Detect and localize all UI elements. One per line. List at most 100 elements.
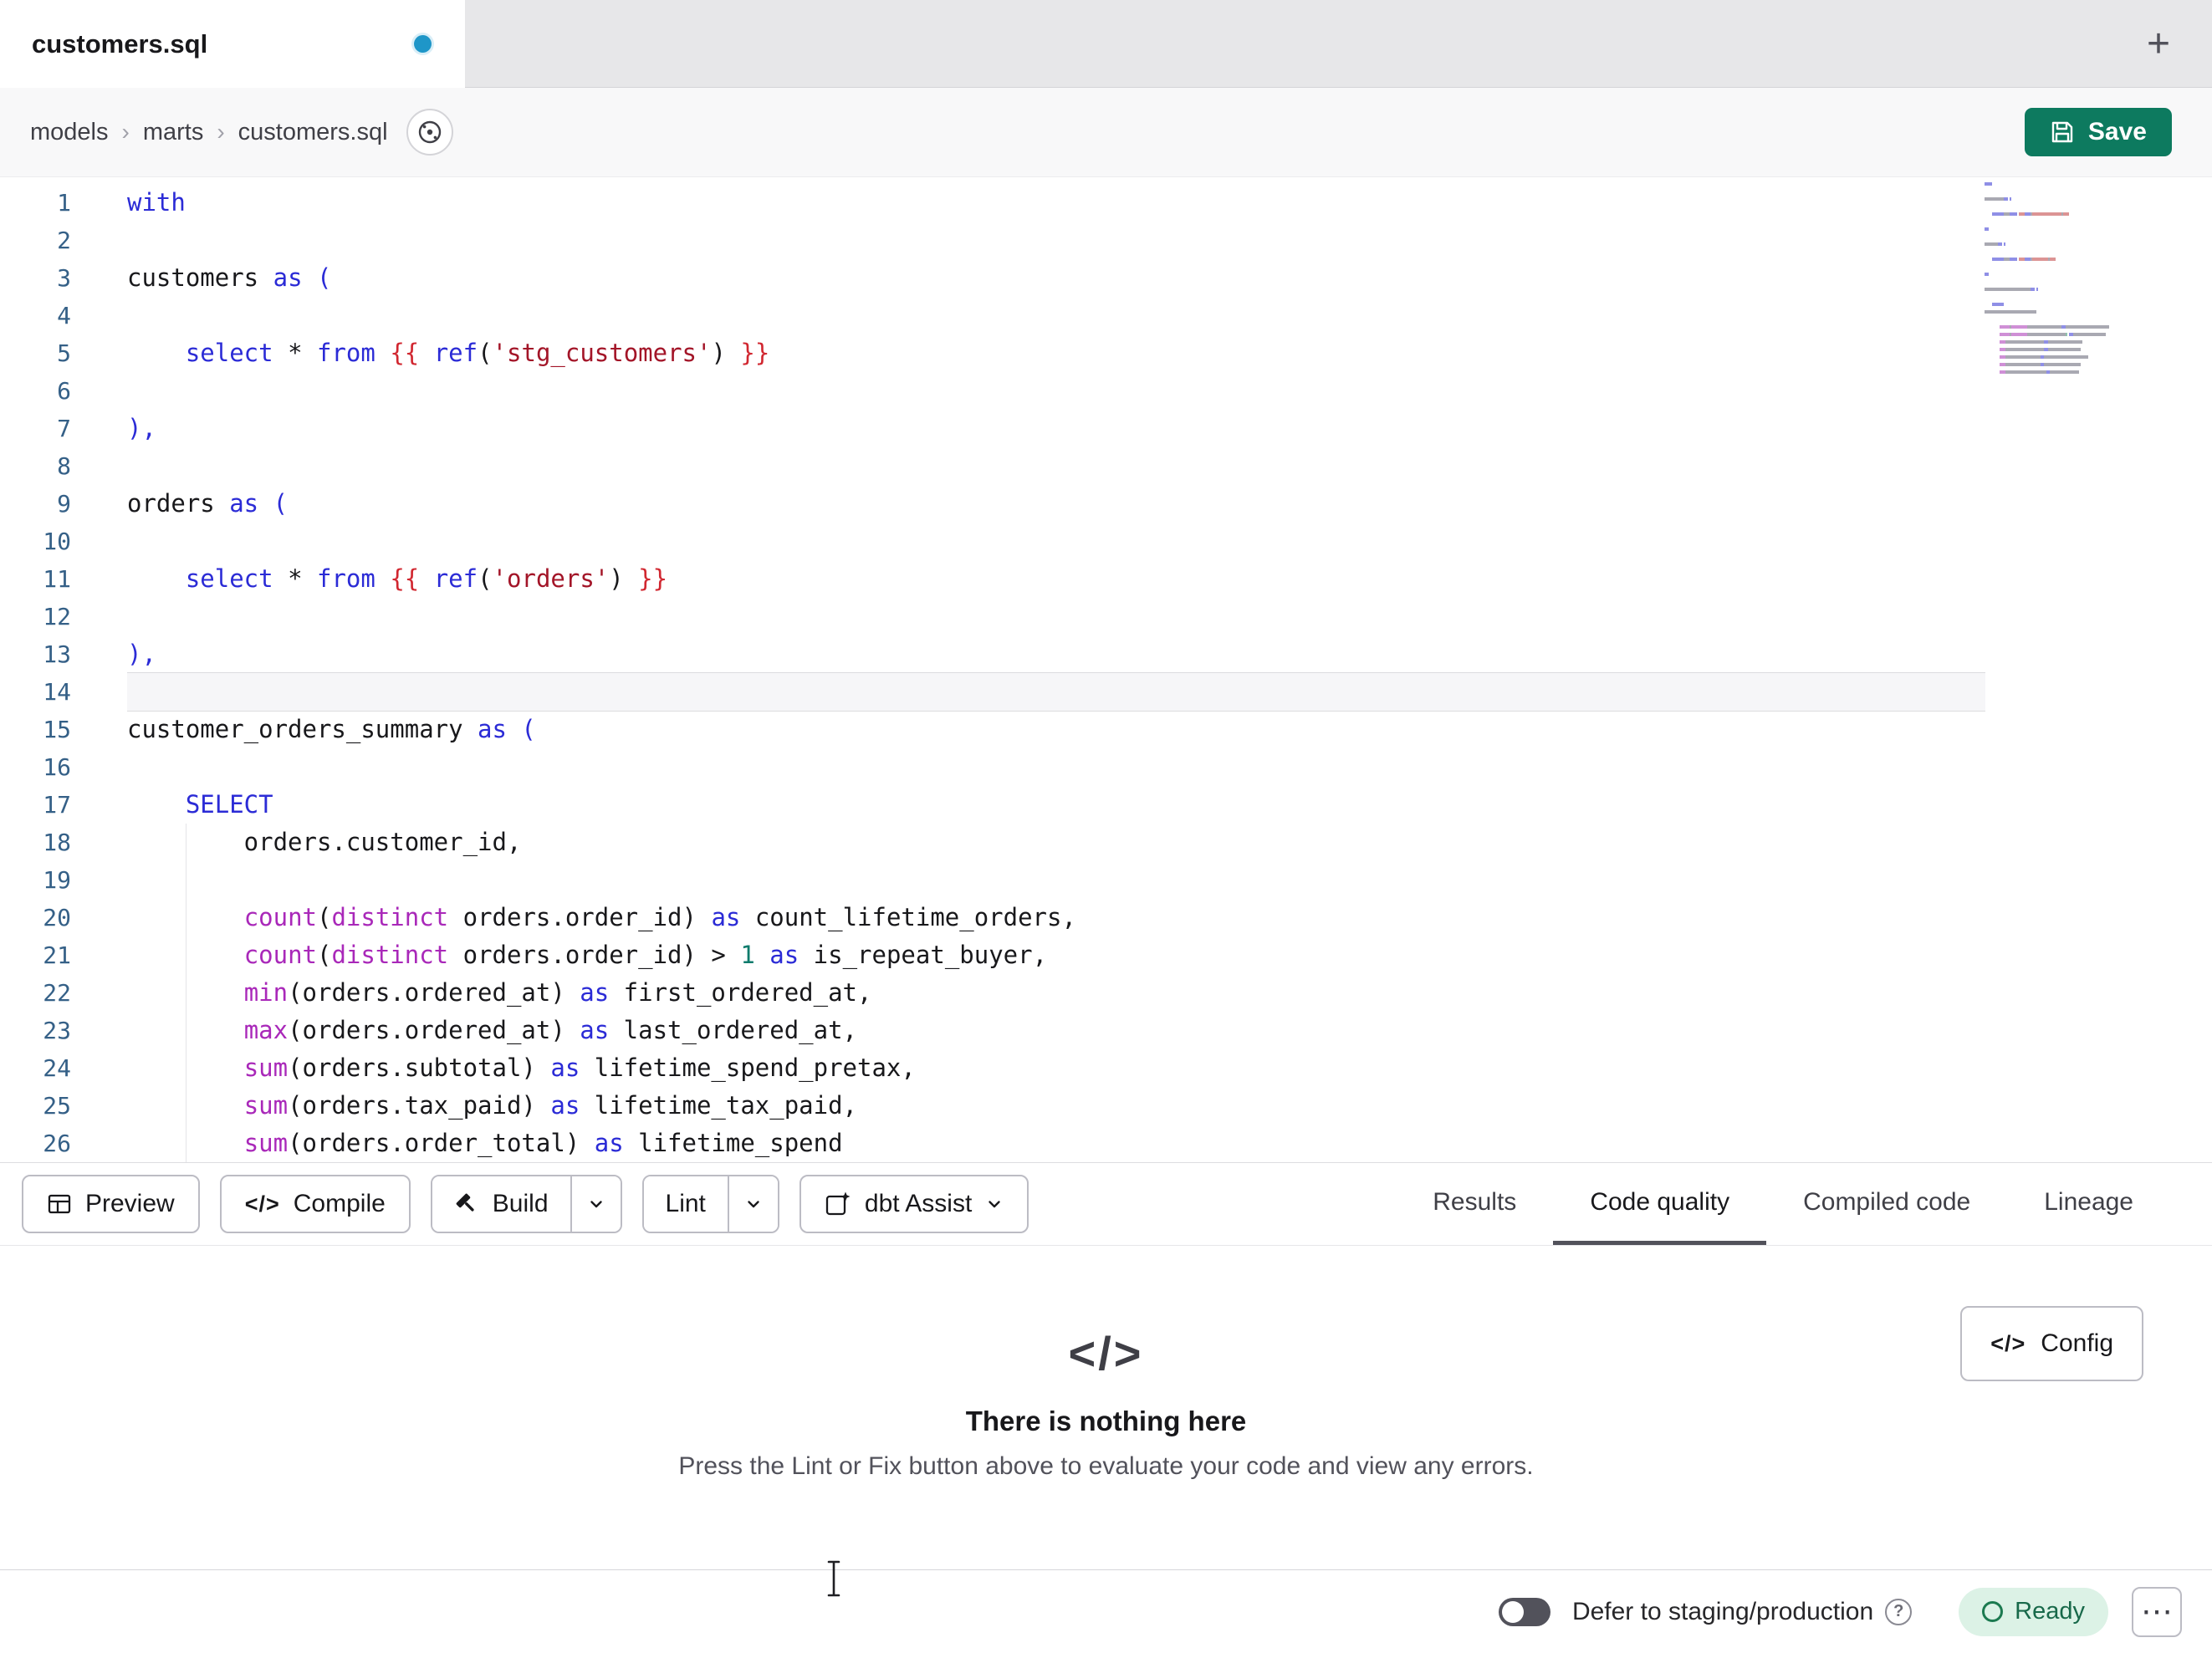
build-button-group: Build xyxy=(430,1175,622,1233)
breadcrumb-separator: › xyxy=(121,119,130,145)
code-line[interactable]: 21 count(distinct orders.order_id) > 1 a… xyxy=(0,936,2212,974)
line-number: 2 xyxy=(57,227,71,254)
code-line[interactable]: 13), xyxy=(0,635,2212,673)
code-text xyxy=(127,861,1985,899)
lint-button[interactable]: Lint xyxy=(643,1176,728,1232)
code-line[interactable]: 15 customer_orders_summary as ( xyxy=(0,711,2212,748)
code-text xyxy=(127,673,1985,711)
code-editor[interactable]: 1 with 2 3 customers as (4 5 select * from {{… xyxy=(0,177,2212,1162)
new-tab-button[interactable]: + xyxy=(2132,0,2185,88)
dbt-assist-button[interactable]: dbt Assist xyxy=(799,1175,1029,1233)
build-dropdown-button[interactable] xyxy=(570,1176,621,1232)
line-number: 4 xyxy=(57,302,71,329)
tab-results[interactable]: Results xyxy=(1396,1163,1553,1245)
tab-compiled-code[interactable]: Compiled code xyxy=(1766,1163,2007,1245)
defer-label: Defer to staging/production xyxy=(1571,1597,1874,1625)
preview-button[interactable]: Preview xyxy=(22,1175,200,1233)
code-line[interactable]: 6 xyxy=(0,372,2212,410)
code-line[interactable]: 8 xyxy=(0,447,2212,485)
code-line[interactable]: 18 orders.customer_id, xyxy=(0,824,2212,861)
minimap-line xyxy=(1985,355,2118,359)
code-text: customer_orders_summary as ( xyxy=(127,715,536,743)
config-button[interactable]: </> Config xyxy=(1960,1306,2143,1381)
lint-dropdown-button[interactable] xyxy=(727,1176,778,1232)
minimap-line xyxy=(1985,310,2118,314)
breadcrumb-separator: › xyxy=(217,119,225,145)
breadcrumb-item-customers-sql[interactable]: customers.sql xyxy=(238,119,388,146)
preview-button-label: Preview xyxy=(85,1190,175,1217)
code-line[interactable]: 12 xyxy=(0,598,2212,635)
editor-toolbar: Preview </> Compile Build Lint dbt Assis… xyxy=(0,1162,2212,1246)
code-line[interactable]: 25 sum(orders.tax_paid) as lifetime_tax_… xyxy=(0,1087,2212,1125)
minimap[interactable] xyxy=(1985,182,2118,378)
code-line[interactable]: 20 count(distinct orders.order_id) as co… xyxy=(0,899,2212,936)
compile-button[interactable]: </> Compile xyxy=(219,1175,411,1233)
code-text: select * from {{ ref('stg_customers') }} xyxy=(185,339,770,367)
minimap-line xyxy=(1985,197,2118,201)
line-number: 6 xyxy=(57,377,71,405)
minimap-line xyxy=(1985,340,2118,344)
code-text: min(orders.ordered_at) as first_ordered_… xyxy=(127,974,1985,1012)
minimap-line xyxy=(1985,265,2118,268)
minimap-line xyxy=(1985,182,2118,186)
config-button-label: Config xyxy=(2041,1329,2113,1357)
code-line[interactable]: 24 sum(orders.subtotal) as lifetime_spen… xyxy=(0,1049,2212,1087)
code-line[interactable]: 4 xyxy=(0,297,2212,334)
code-text: count(distinct orders.order_id) > 1 as i… xyxy=(127,936,1985,974)
line-number: 10 xyxy=(43,528,71,555)
code-line[interactable]: 11 select * from {{ ref('orders') }} xyxy=(0,560,2212,598)
code-line[interactable]: 5 select * from {{ ref('stg_customers') … xyxy=(0,334,2212,372)
code-text: customers as ( xyxy=(127,263,332,292)
line-number: 12 xyxy=(43,603,71,630)
code-text: with xyxy=(127,188,186,217)
line-number: 26 xyxy=(43,1130,71,1157)
breadcrumb-item-models[interactable]: models xyxy=(30,119,109,146)
code-brackets-icon: </> xyxy=(1990,1330,2026,1356)
minimap-line xyxy=(1985,333,2118,336)
code-line[interactable]: 2 xyxy=(0,222,2212,259)
minimap-line xyxy=(1985,288,2118,291)
code-line[interactable]: 16 xyxy=(0,748,2212,786)
code-line[interactable]: 10 xyxy=(0,523,2212,560)
overflow-menu-button[interactable]: ⋯ xyxy=(2132,1586,2182,1637)
minimap-line xyxy=(1985,280,2118,283)
defer-toggle[interactable] xyxy=(1498,1597,1550,1626)
line-number: 23 xyxy=(43,1017,71,1044)
minimap-line xyxy=(1985,303,2118,306)
status-badge-ready[interactable]: Ready xyxy=(1959,1587,2108,1636)
code-line[interactable]: 26 sum(orders.order_total) as lifetime_s… xyxy=(0,1125,2212,1162)
minimap-line xyxy=(1985,212,2118,216)
dbt-orb-button[interactable] xyxy=(406,109,453,156)
tab-code-quality[interactable]: Code quality xyxy=(1553,1163,1767,1245)
code-line[interactable]: 22 min(orders.ordered_at) as first_order… xyxy=(0,974,2212,1012)
code-line[interactable]: 23 max(orders.ordered_at) as last_ordere… xyxy=(0,1012,2212,1049)
code-line[interactable]: 3 customers as ( xyxy=(0,259,2212,297)
dbt-assist-button-label: dbt Assist xyxy=(864,1190,973,1217)
line-number: 17 xyxy=(43,791,71,819)
code-line[interactable]: 17 SELECT xyxy=(0,786,2212,824)
build-button[interactable]: Build xyxy=(432,1176,570,1232)
help-icon[interactable]: ? xyxy=(1885,1598,1913,1625)
save-button[interactable]: Save xyxy=(2024,108,2172,156)
toggle-knob xyxy=(1501,1600,1524,1623)
result-tabs: Results Code quality Compiled code Linea… xyxy=(1396,1163,2212,1245)
minimap-line xyxy=(1985,227,2118,231)
code-line[interactable]: 7), xyxy=(0,410,2212,447)
table-grid-icon xyxy=(47,1191,72,1217)
code-line[interactable]: 14 xyxy=(0,673,2212,711)
line-number: 25 xyxy=(43,1092,71,1120)
file-tab-customers-sql[interactable]: customers.sql xyxy=(0,0,465,88)
code-line[interactable]: 19 xyxy=(0,861,2212,899)
empty-state-title: There is nothing here xyxy=(965,1406,1247,1436)
code-line[interactable]: 1 with xyxy=(0,184,2212,222)
file-tab-bar: customers.sql + xyxy=(0,0,2212,88)
code-line[interactable]: 9 orders as ( xyxy=(0,485,2212,523)
tab-lineage[interactable]: Lineage xyxy=(2007,1163,2170,1245)
code-text: ), xyxy=(127,414,156,442)
breadcrumb-item-marts[interactable]: marts xyxy=(143,119,204,146)
